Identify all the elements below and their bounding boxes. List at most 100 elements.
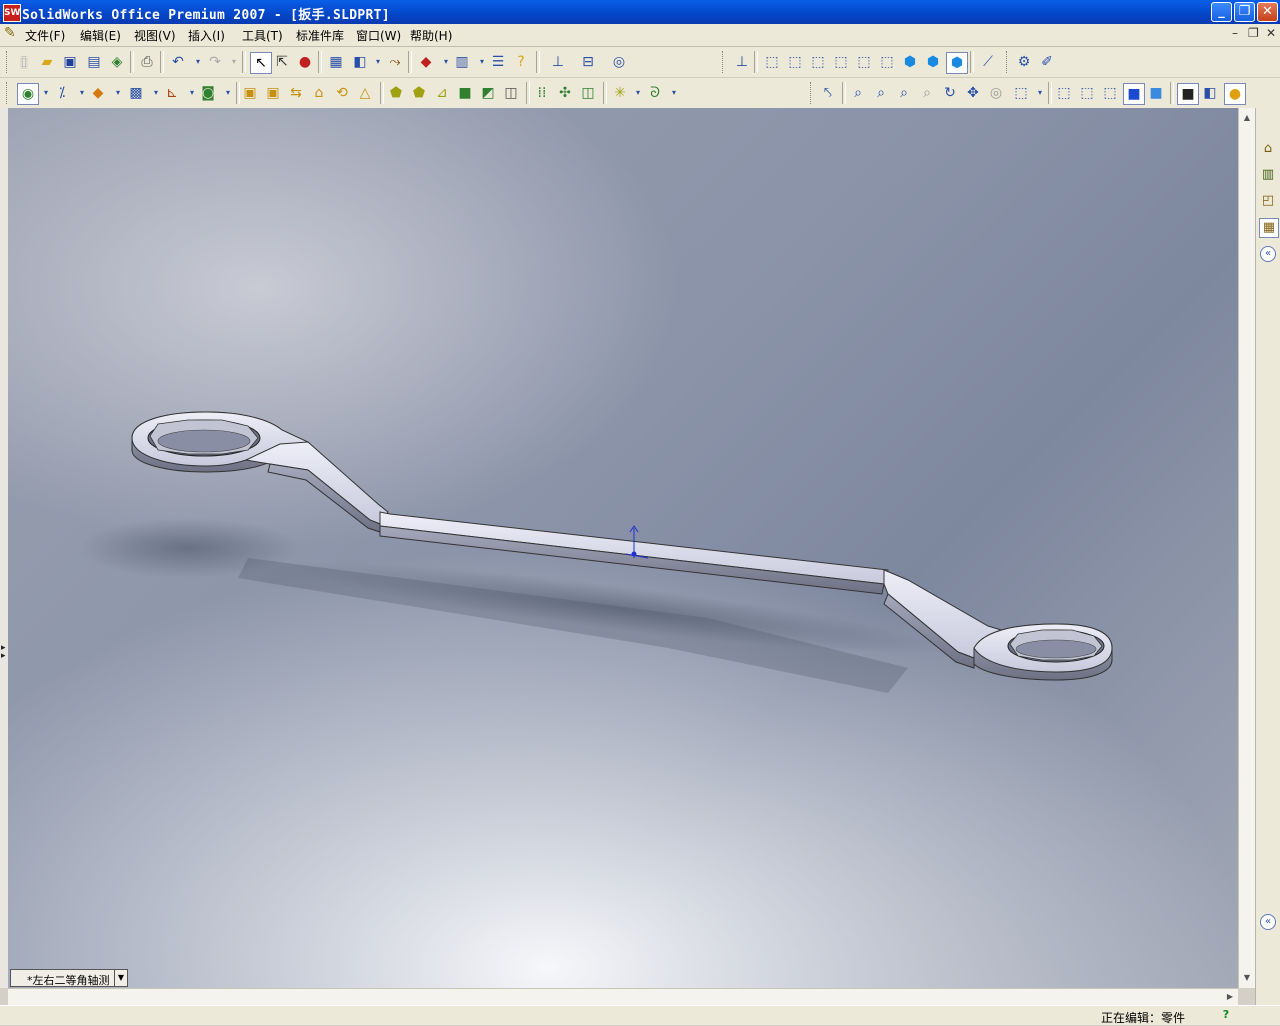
scroll-up-icon[interactable]: ▲ [1241,112,1253,124]
maximize-button[interactable]: ❐ [1234,2,1255,22]
zoom-to-area-icon[interactable]: ⌕ [871,83,891,103]
menu-tools[interactable]: 工具(T) [242,27,283,44]
redo-icon[interactable]: ↷ [205,52,225,72]
rebuild-icon[interactable]: ● [295,52,315,72]
toolbar-grip[interactable] [6,51,10,73]
graphics-area[interactable]: Y X Z [8,108,1238,988]
shell-icon[interactable]: ■ [455,83,475,103]
redo-dropdown-icon[interactable]: ▾ [224,52,244,72]
new-icon[interactable]: ▯ [14,52,34,72]
trimetric-view-icon[interactable]: ⬢ [923,52,943,72]
file-properties-icon[interactable]: ◧ [350,52,370,72]
sketch-icon[interactable]: ⊥ [548,52,568,72]
make-assembly-icon[interactable]: ◈ [107,52,127,72]
hidden-lines-visible-icon[interactable]: ⬚ [1077,83,1097,103]
menu-file[interactable]: 文件(F) [25,27,65,44]
view-orientation-dropdown-icon[interactable]: ▾ [1030,83,1050,103]
view-orientation-selector[interactable]: *左右二等角轴测 ▼ [10,969,128,987]
collapse-task-pane-icon[interactable]: « [1260,246,1276,262]
zoom-to-selection-icon[interactable]: ⌕ [917,83,937,103]
appearance-icon[interactable]: ◎ [609,52,629,72]
close-button[interactable]: ✕ [1257,2,1278,22]
menu-help[interactable]: 帮助(H) [410,27,452,44]
reference-geometry-icon[interactable]: ◆ [88,83,108,103]
select-icon[interactable]: ↖ [250,52,272,74]
toolbar-grip[interactable] [6,82,10,104]
realview-icon[interactable]: ● [1224,83,1246,105]
roll-view-icon[interactable]: ◎ [986,83,1006,103]
isometric-view-icon[interactable]: ⬢ [900,52,920,72]
shaded-icon[interactable]: ■ [1146,83,1166,103]
macro-edit-icon[interactable]: ✐ [1037,52,1057,72]
section-view-icon[interactable]: ◧ [1200,83,1220,103]
bottom-view-icon[interactable]: ⬚ [877,52,897,72]
menu-window[interactable]: 窗口(W) [356,27,401,44]
left-view-icon[interactable]: ⬚ [808,52,828,72]
macro-icon[interactable]: ⚙ [1014,52,1034,72]
curve-icon[interactable]: ᘐ [645,83,665,103]
options-icon[interactable]: ▦ [326,52,346,72]
front-view-icon[interactable]: ⬚ [762,52,782,72]
revolved-boss-icon[interactable]: ▣ [263,83,283,103]
menu-view[interactable]: 视图(V) [134,27,176,44]
shadows-icon[interactable]: ■ [1177,83,1199,105]
reference-plane-icon[interactable]: ✳ [610,83,630,103]
toolbar-grip[interactable] [722,51,726,73]
zoom-in-out-icon[interactable]: ⌕ [894,83,914,103]
document-icon[interactable]: ✎ [4,25,16,41]
rib-icon[interactable]: ⊿ [432,83,452,103]
rotate-view-icon[interactable]: ↻ [940,83,960,103]
list-icon[interactable]: ☰ [488,52,508,72]
lofted-boss-icon[interactable]: ⌂ [309,83,329,103]
circular-pattern-icon[interactable]: ✣ [555,83,575,103]
pattern-icon[interactable]: ▩ [126,83,146,103]
expand-panel-icon[interactable]: ▸ ▸ [1,644,6,661]
linear-pattern-icon[interactable]: ⁞⁞ [532,83,552,103]
hidden-lines-removed-icon[interactable]: ⬚ [1100,83,1120,103]
design-library-icon[interactable]: ▥ [1259,166,1277,184]
curves-dropdown-icon[interactable]: ▾ [218,83,238,103]
coordinate-system-icon[interactable]: ⊾ [162,83,182,103]
expand-task-pane-icon[interactable]: « [1260,914,1276,930]
chamfer-icon[interactable]: ⬟ [409,83,429,103]
horizontal-scrollbar[interactable]: ▶ [8,988,1238,1006]
reference-dropdown-icon[interactable]: ▾ [108,83,128,103]
menu-insert[interactable]: 插入(I) [188,27,225,44]
solidworks-logo-icon[interactable]: SW [3,4,21,22]
doc-minimize-button[interactable]: – [1232,26,1238,40]
normal-to-icon[interactable]: ⊥ [732,52,752,72]
shaded-with-edges-icon[interactable]: ■ [1123,83,1145,105]
top-view-icon[interactable]: ⬚ [854,52,874,72]
toolbar-grip[interactable] [1006,51,1010,73]
save-icon[interactable]: ▣ [60,52,80,72]
menu-standard-library[interactable]: 标准件库 [296,27,344,44]
help-icon[interactable]: ? [511,52,531,72]
minimize-button[interactable]: _ [1211,2,1232,22]
scroll-right-icon[interactable]: ▶ [1224,991,1236,1003]
wireframe-icon[interactable]: ⬚ [1054,83,1074,103]
back-view-icon[interactable]: ⬚ [785,52,805,72]
zoom-to-fit-icon[interactable]: ⌕ [848,83,868,103]
view-orientation-icon[interactable]: ⬚ [1011,83,1031,103]
print-icon[interactable]: ⎙ [137,52,157,72]
previous-view-icon[interactable]: ⤣ [818,83,838,103]
hole-wizard-icon[interactable]: ◫ [501,83,521,103]
curve-dropdown-icon[interactable]: ▾ [664,83,684,103]
swept-boss-icon[interactable]: ⇆ [286,83,306,103]
doc-restore-button[interactable]: ❐ [1248,26,1259,40]
extruded-boss-icon[interactable]: ▣ [240,83,260,103]
photoworks-icon[interactable]: ◆ [416,52,436,72]
mirror-icon[interactable]: ◫ [578,83,598,103]
layout-icon[interactable]: ▥ [452,52,472,72]
extruded-cut-icon[interactable]: ⟲ [332,83,352,103]
smart-dimension-icon[interactable]: ⤳ [385,52,405,72]
revolved-cut-icon[interactable]: △ [355,83,375,103]
open-icon[interactable]: ▰ [37,52,57,72]
measure-icon[interactable]: ⟋ [978,52,998,72]
display-icon[interactable]: ⊟ [578,52,598,72]
chevron-down-icon[interactable]: ▼ [114,970,127,986]
scroll-down-icon[interactable]: ▼ [1241,972,1253,984]
menu-edit[interactable]: 编辑(E) [80,27,121,44]
undo-icon[interactable]: ↶ [168,52,188,72]
model-canvas[interactable] [8,108,1238,988]
